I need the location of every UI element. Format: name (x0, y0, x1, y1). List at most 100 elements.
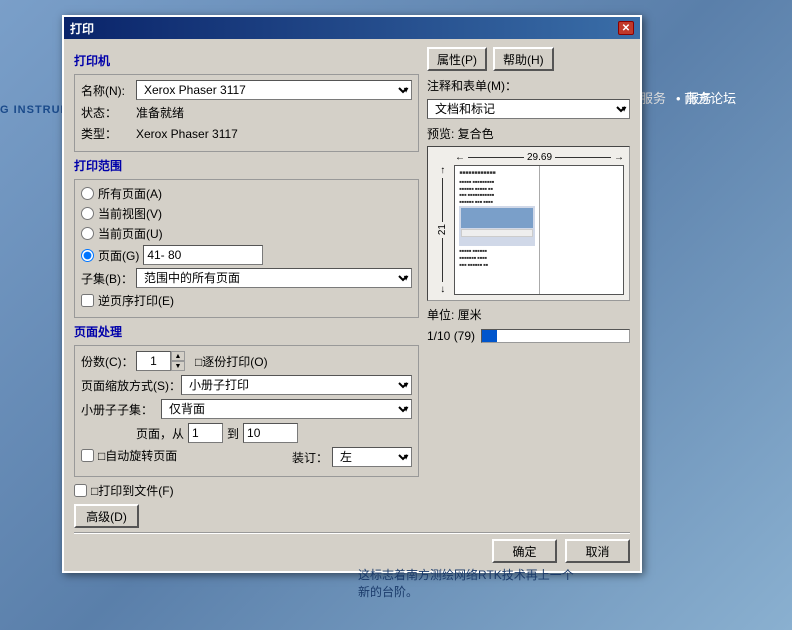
separator (74, 532, 630, 534)
printer-group: 名称(N): Xerox Phaser 3117 状态： 准备就绪 (74, 74, 419, 152)
progress-section: 1/10 (79) (427, 329, 630, 343)
booklet-subset-select-wrapper: 仅背面 (161, 399, 412, 419)
pages-row: 页面(G) (81, 245, 412, 265)
progress-label: 1/10 (79) (427, 329, 475, 343)
all-pages-radio[interactable] (81, 187, 94, 200)
bg-footer: 这标志着南方测绘网络RTK技术再上一个 新的台阶。 (358, 566, 648, 600)
auto-rotate-checkbox[interactable] (81, 449, 94, 462)
subset-select[interactable]: 范围中的所有页面 (136, 268, 412, 288)
page-scaling-label: 页面缩放方式(S)： (81, 377, 181, 394)
pages-label: 页面(G) (98, 247, 139, 264)
type-label: 类型： (81, 125, 136, 142)
pages-from-label: 页面，从 (136, 425, 184, 442)
status-value: 准备就绪 (136, 104, 184, 121)
preview-area: ← 29.69 → ↑ 21 ↓ (427, 146, 630, 301)
preview-content: ↑ 21 ↓ ■■■■■■■■■■■■ ■■■■■ ■■■■■■■■■ (433, 165, 624, 295)
all-pages-label: 所有页面(A) (98, 185, 162, 202)
advanced-button[interactable]: 高级(D) (74, 504, 139, 528)
status-label: 状态： (81, 104, 136, 121)
auto-rotate-binding-row: □自动旋转页面 装订： 左 (81, 447, 412, 467)
copies-up-button[interactable]: ▲ (171, 351, 185, 361)
copies-input[interactable] (136, 351, 171, 371)
top-ruler-line (468, 157, 524, 158)
booklet-subset-label: 小册子子集： (81, 401, 161, 418)
pages-from-input[interactable] (188, 423, 223, 443)
print-to-file-row: □打印到文件(F) (74, 482, 419, 499)
page-preview: ■■■■■■■■■■■■ ■■■■■ ■■■■■■■■■ ■■■■■■ ■■■■… (454, 165, 624, 295)
binding-label: 装订： (292, 449, 328, 466)
printer-name-select[interactable]: Xerox Phaser 3117 (136, 80, 412, 100)
unit-label: 单位: 厘米 (427, 306, 630, 323)
bg-service: 服务 (686, 88, 712, 107)
preview-label: 预览: 复合色 (427, 125, 630, 142)
footer-text1: 这标志着南方测绘网络RTK技术再上一个 (358, 566, 648, 583)
title-bar: 打印 ✕ (64, 17, 640, 39)
side-ruler-line2 (442, 238, 443, 282)
subset-select-wrapper: 范围中的所有页面 (136, 268, 412, 288)
dialog-title: 打印 (70, 20, 94, 37)
cancel-button[interactable]: 取消 (565, 539, 630, 563)
booklet-subset-select[interactable]: 仅背面 (161, 399, 412, 419)
printer-name-select-wrapper: Xerox Phaser 3117 (136, 80, 412, 100)
auto-rotate-check-row: □自动旋转页面 (81, 447, 292, 464)
top-ruler: ← 29.69 → (433, 152, 624, 163)
printer-section-header: 打印机 (74, 52, 419, 69)
booklet-subset-row: 小册子子集： 仅背面 (81, 399, 412, 419)
width-value: 29.69 (527, 152, 552, 163)
printer-name-row: 名称(N): Xerox Phaser 3117 (81, 80, 412, 100)
page-scaling-select-wrapper: 小册子打印 (181, 375, 412, 395)
page-scaling-row: 页面缩放方式(S)： 小册子打印 (81, 375, 412, 395)
dialog-body: 打印机 名称(N): Xerox Phaser 3117 状态： (64, 39, 640, 571)
annotations-select-row: 文档和标记 (427, 99, 630, 119)
annotations-select[interactable]: 文档和标记 (427, 99, 630, 119)
top-ruler-line2 (555, 157, 611, 158)
auto-rotate-label: □自动旋转页面 (98, 447, 177, 464)
service-text: 服务 (640, 88, 666, 107)
pages-radio[interactable] (81, 249, 94, 262)
binding-select[interactable]: 左 (332, 447, 412, 467)
annotations-label: 注释和表单(M)： (427, 77, 517, 94)
print-range-header: 打印范围 (74, 157, 419, 174)
copies-row: 份数(C)： ▲ ▼ □逐份打印(O) (81, 351, 412, 371)
copies-spinbox: ▲ ▼ (136, 351, 185, 371)
pages-to-input[interactable] (243, 423, 298, 443)
all-pages-row: 所有页面(A) (81, 185, 412, 202)
copies-down-button[interactable]: ▼ (171, 361, 185, 371)
current-view-radio[interactable] (81, 207, 94, 220)
progress-bar-fill (482, 330, 497, 342)
copies-label: 份数(C)： (81, 353, 136, 370)
close-button[interactable]: ✕ (618, 21, 634, 35)
type-value: Xerox Phaser 3117 (136, 127, 238, 141)
print-to-file-checkbox[interactable] (74, 484, 87, 497)
reverse-order-row: 逆页序打印(E) (81, 292, 412, 309)
binding-select-wrapper: 左 (332, 447, 412, 467)
dialog-right: 属性(P) 帮助(H) 注释和表单(M)： 文档和标记 预览: 复合色 (427, 47, 630, 528)
progress-bar-track (481, 329, 630, 343)
subset-row: 子集(B)： 范围中的所有页面 (81, 268, 412, 288)
print-dialog: 打印 ✕ 打印机 名称(N): Xerox Phaser 3117 (62, 15, 642, 573)
pages-input[interactable] (143, 245, 263, 265)
current-page-label: 当前页面(U) (98, 225, 163, 242)
current-view-label: 当前视图(V) (98, 205, 162, 222)
top-buttons: 属性(P) 帮助(H) (427, 47, 630, 71)
page-handling-group: 份数(C)： ▲ ▼ □逐份打印(O) 页面缩放方式(S)： (74, 345, 419, 477)
pages-to-label: 到 (227, 425, 239, 442)
annotations-select-wrapper: 文档和标记 (427, 99, 630, 119)
properties-button[interactable]: 属性(P) (427, 47, 487, 71)
preview-screenshot (459, 206, 535, 246)
bg-nav: 服务 • 南方论坛 (640, 88, 792, 107)
collate-label: □逐份打印(O) (195, 353, 268, 370)
ok-button[interactable]: 确定 (492, 539, 557, 563)
reverse-order-checkbox[interactable] (81, 294, 94, 307)
current-view-row: 当前视图(V) (81, 205, 412, 222)
subset-label: 子集(B)： (81, 270, 136, 287)
help-button[interactable]: 帮助(H) (493, 47, 554, 71)
preview-left-page: ■■■■■■■■■■■■ ■■■■■ ■■■■■■■■■ ■■■■■■ ■■■■… (455, 166, 540, 295)
footer-text2: 新的台阶。 (358, 583, 648, 600)
current-page-radio[interactable] (81, 227, 94, 240)
page-scaling-select[interactable]: 小册子打印 (181, 375, 412, 395)
side-ruler-line (442, 178, 443, 222)
copies-spinbox-buttons: ▲ ▼ (171, 351, 185, 371)
side-ruler: ↑ 21 ↓ (433, 165, 452, 295)
print-range-group: 所有页面(A) 当前视图(V) 当前页面(U) 页面(G) (74, 179, 419, 318)
